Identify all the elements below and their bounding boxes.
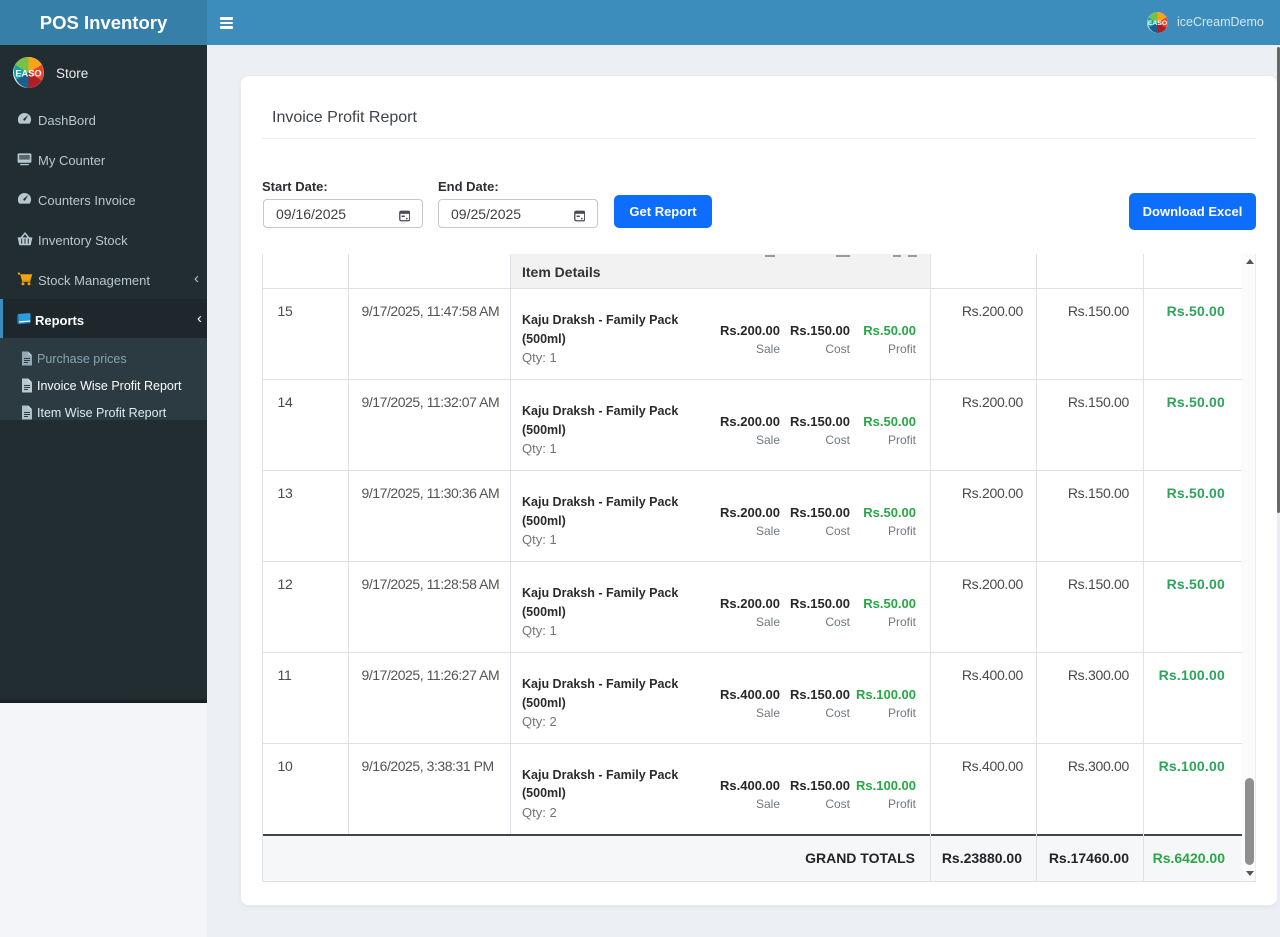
svg-text:EASO: EASO bbox=[15, 68, 41, 78]
svg-text:EASO: EASO bbox=[1148, 20, 1168, 27]
